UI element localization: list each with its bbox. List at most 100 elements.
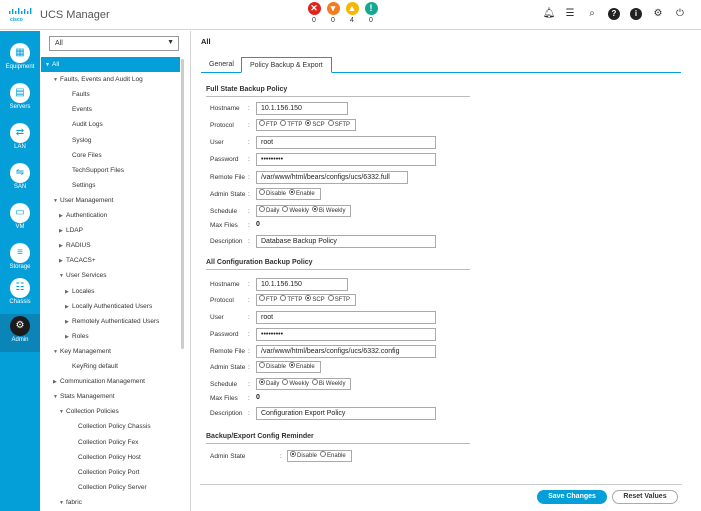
config-admin-state-radio[interactable]: Enable — [289, 362, 315, 372]
tree-item[interactable]: ▼ Stats Management — [41, 389, 180, 404]
tree-item[interactable]: ▼ All — [41, 57, 180, 72]
config-schedule-radio[interactable]: Bi Weekly — [311, 379, 345, 389]
tree-item[interactable]: ▶ Locales — [41, 284, 180, 299]
nav-vm[interactable]: ▭ VM — [0, 201, 40, 239]
tree-item[interactable]: Core Files — [41, 148, 180, 163]
tree-item[interactable]: ▶ Remotely Authenticated Users — [41, 314, 180, 329]
full-hostname-input[interactable]: 10.1.156.150 — [256, 102, 348, 115]
save-changes-button[interactable]: Save Changes — [537, 490, 607, 504]
config-password-input[interactable]: ••••••••• — [256, 328, 436, 341]
breadcrumb: All — [201, 37, 211, 46]
full-schedule-radio[interactable]: Bi Weekly — [311, 206, 345, 216]
config-remote-file-input[interactable]: /var/www/html/bears/configs/ucs/6332.con… — [256, 345, 436, 358]
tree-item-label: RADIUS — [66, 242, 91, 250]
full-schedule-radio-group: Daily Weekly Bi Weekly — [256, 205, 352, 217]
nav-san[interactable]: ⇋ SAN — [0, 161, 40, 199]
config-protocol-radio[interactable]: FTP — [259, 295, 277, 305]
full-password-input[interactable]: ••••••••• — [256, 153, 436, 166]
radio-icon — [259, 206, 265, 213]
tree-item[interactable]: ▶ Locally Authenticated Users — [41, 299, 180, 314]
config-schedule-radio[interactable]: Weekly — [282, 379, 309, 389]
tree-item[interactable]: KeyRing default — [41, 359, 180, 374]
tree-item[interactable]: ▶ Communication Management — [41, 374, 180, 389]
tree-item[interactable]: Events — [41, 102, 180, 117]
tree-item[interactable]: ▶ LDAP — [41, 223, 180, 238]
major-fault[interactable]: ▾ 0 — [324, 2, 342, 24]
full-schedule-radio[interactable]: Weekly — [282, 206, 309, 216]
tree-item[interactable]: ▼ Key Management — [41, 344, 180, 359]
logout-icon[interactable]: ⏻ — [672, 6, 688, 22]
config-description-input[interactable]: Configuration Export Policy — [256, 407, 436, 420]
tree-item[interactable]: Settings — [41, 178, 180, 193]
tree-item[interactable]: Collection Policy Port — [41, 465, 180, 480]
tree-item[interactable]: TechSupport Files — [41, 163, 180, 178]
critical-fault[interactable]: ✕ 0 — [305, 2, 323, 24]
tree-item-label: Events — [72, 106, 92, 114]
full-admin-state-radio[interactable]: Enable — [289, 189, 315, 199]
config-hostname-input[interactable]: 10.1.156.150 — [256, 278, 348, 291]
radio-icon — [290, 451, 296, 458]
config-schedule-radio[interactable]: Daily — [259, 379, 279, 389]
help-icon[interactable]: ? — [606, 6, 622, 22]
nav-admin[interactable]: ⚙ Admin — [0, 314, 40, 352]
nav-servers[interactable]: ▤ Servers — [0, 81, 40, 119]
tree-item[interactable]: ▼ Faults, Events and Audit Log — [41, 72, 180, 87]
tree-scrollbar[interactable] — [181, 59, 184, 349]
minor-fault[interactable]: ▲ 4 — [343, 2, 361, 24]
nav-lan[interactable]: ⇄ LAN — [0, 121, 40, 159]
tree-item[interactable]: Audit Logs — [41, 117, 180, 132]
tree-item-label: Settings — [72, 181, 96, 189]
tree-item[interactable]: Faults — [41, 87, 180, 102]
full-remote-file-input[interactable]: /var/www/html/bears/configs/ucs/6332.ful… — [256, 171, 408, 184]
config-protocol-radio[interactable]: SFTP — [327, 295, 350, 305]
reset-values-button[interactable]: Reset Values — [612, 490, 678, 504]
tree-item-label: Locales — [72, 287, 95, 295]
nav-chassis[interactable]: ☷ Chassis — [0, 276, 40, 314]
tree-item[interactable]: Collection Policy Host — [41, 450, 180, 465]
tree-item[interactable]: ▶ Roles — [41, 329, 180, 344]
full-protocol-radio[interactable]: SCP — [305, 120, 325, 130]
tab-general[interactable]: General — [201, 57, 242, 73]
reminder-admin-state-radio[interactable]: Disable — [290, 451, 317, 461]
tree-item[interactable]: ▼ Collection Policies — [41, 404, 180, 419]
config-user-input[interactable]: root — [256, 311, 436, 324]
full-user-input[interactable]: root — [256, 136, 436, 149]
full-description-input[interactable]: Database Backup Policy — [256, 235, 436, 248]
bell-icon[interactable]: 🔔︎ — [541, 6, 557, 22]
config-schedule-radio-group: Daily Weekly Bi Weekly — [256, 378, 352, 390]
config-protocol-radio[interactable]: TFTP — [280, 295, 302, 305]
tree-item[interactable]: Collection Policy Chassis — [41, 419, 180, 434]
tree-item-label: Key Management — [60, 347, 111, 355]
tree-item[interactable]: Collection Policy Fex — [41, 435, 180, 450]
tree-item[interactable]: Syslog — [41, 133, 180, 148]
search-icon[interactable]: ⌕ — [584, 6, 600, 22]
tree-item[interactable]: ▶ RADIUS — [41, 238, 180, 253]
tree-item[interactable]: ▼ User Services — [41, 268, 180, 283]
tree-item-label: Collection Policies — [66, 408, 119, 416]
full-state-section-title: Full State Backup Policy — [206, 86, 288, 93]
radio-icon — [259, 189, 265, 196]
tree-item[interactable]: ▶ TACACS+ — [41, 253, 180, 268]
nav-equipment[interactable]: ▦ Equipment — [0, 41, 40, 79]
tree-item[interactable]: Collection Policy Server — [41, 480, 180, 495]
full-schedule-radio[interactable]: Daily — [259, 206, 279, 216]
full-protocol-radio[interactable]: FTP — [259, 120, 277, 130]
info-icon[interactable]: i — [628, 6, 644, 22]
nav-storage[interactable]: ≡ Storage — [0, 241, 40, 279]
full-protocol-radio[interactable]: TFTP — [280, 120, 302, 130]
warning-fault[interactable]: ! 0 — [362, 2, 380, 24]
tab-policy-backup-export[interactable]: Policy Backup & Export — [241, 57, 332, 73]
gear-icon[interactable]: ⚙ — [650, 6, 666, 22]
tree-item[interactable]: ▼ User Management — [41, 193, 180, 208]
config-protocol-radio[interactable]: SCP — [305, 295, 325, 305]
tree-item[interactable]: ▶ Authentication — [41, 208, 180, 223]
list-icon[interactable]: ☰ — [562, 6, 578, 22]
tree-item-label: Stats Management — [60, 393, 115, 401]
tree-item[interactable]: ▼ fabric — [41, 495, 180, 510]
tree-filter-select[interactable]: All ▼ — [49, 36, 179, 51]
full-protocol-radio[interactable]: SFTP — [327, 120, 350, 130]
reminder-admin-state-radio[interactable]: Enable — [320, 451, 346, 461]
config-admin-state-radio[interactable]: Disable — [259, 362, 286, 372]
full-admin-state-radio[interactable]: Disable — [259, 189, 286, 199]
config-protocol-radio-group: FTP TFTP SCP SFTP — [256, 294, 357, 306]
